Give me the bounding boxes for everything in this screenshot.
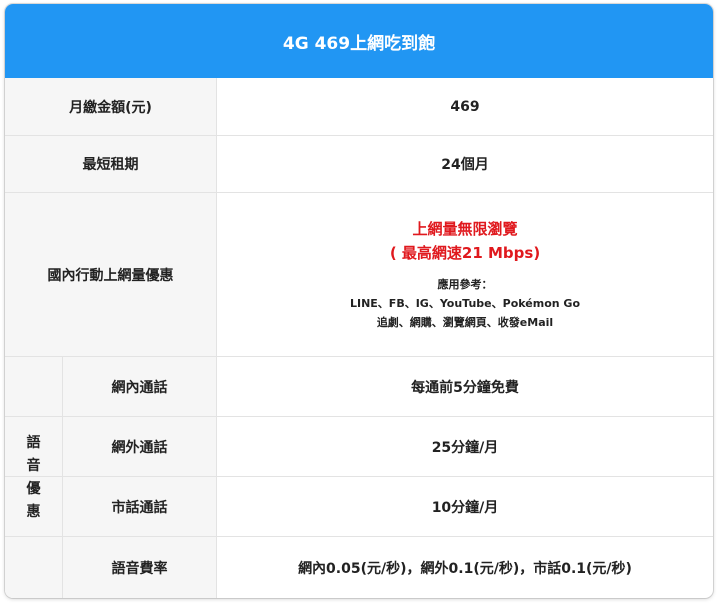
row-monthly-fee: 月繳金額(元) 469 <box>5 78 713 136</box>
row-on-net-call: 網內通話 每通前5分鐘免費 <box>5 357 713 417</box>
landline-call-label: 市話通話 <box>63 477 217 536</box>
data-speed-text: ( 最高網速21 Mbps) <box>389 244 541 262</box>
reference-title: 應用參考： <box>437 278 493 291</box>
row-min-term: 最短租期 24個月 <box>5 136 713 193</box>
data-plan-label: 國內行動上網量優惠 <box>5 193 217 356</box>
reference-apps: LINE、FB、IG、YouTube、Pokémon Go <box>349 297 580 310</box>
monthly-fee-label: 月繳金額(元) <box>5 78 217 135</box>
row-off-net-call: 網外通話 25分鐘/月 <box>5 417 713 477</box>
min-term-value: 24個月 <box>441 157 489 173</box>
off-net-call-label: 網外通話 <box>63 417 217 476</box>
off-net-call-value: 25分鐘/月 <box>431 439 499 456</box>
on-net-call-value: 每通前5分鐘免費 <box>411 379 519 396</box>
reference-activities: 追劇、網購、瀏覽網頁、收發eMail <box>376 316 554 329</box>
voice-rate-label: 語音費率 <box>63 537 217 598</box>
data-unlimited-text: 上網量無限瀏覽 <box>412 220 518 238</box>
min-term-label: 最短租期 <box>5 136 217 192</box>
plan-title: 4G 469上網吃到飽 <box>5 4 713 78</box>
on-net-call-label: 網內通話 <box>63 357 217 416</box>
row-landline-call: 市話通話 10分鐘/月 <box>5 477 713 537</box>
row-data-plan: 國內行動上網量優惠 上網量無限瀏覽 ( 最高網速21 Mbps) 應用參考： L… <box>5 193 713 357</box>
landline-call-value: 10分鐘/月 <box>431 499 499 516</box>
voice-rate-value: 網內0.05(元/秒)，網外0.1(元/秒)，市話0.1(元/秒) <box>298 560 632 577</box>
data-plan-value: 上網量無限瀏覽 ( 最高網速21 Mbps) 應用參考： LINE、FB、IG、… <box>217 193 713 356</box>
plan-card: 4G 469上網吃到飽 月繳金額(元) 469 最短租期 24個月 國內行動上網… <box>5 4 713 598</box>
monthly-fee-value: 469 <box>450 98 480 115</box>
row-voice-rate: 語音費率 網內0.05(元/秒)，網外0.1(元/秒)，市話0.1(元/秒) <box>5 537 713 598</box>
